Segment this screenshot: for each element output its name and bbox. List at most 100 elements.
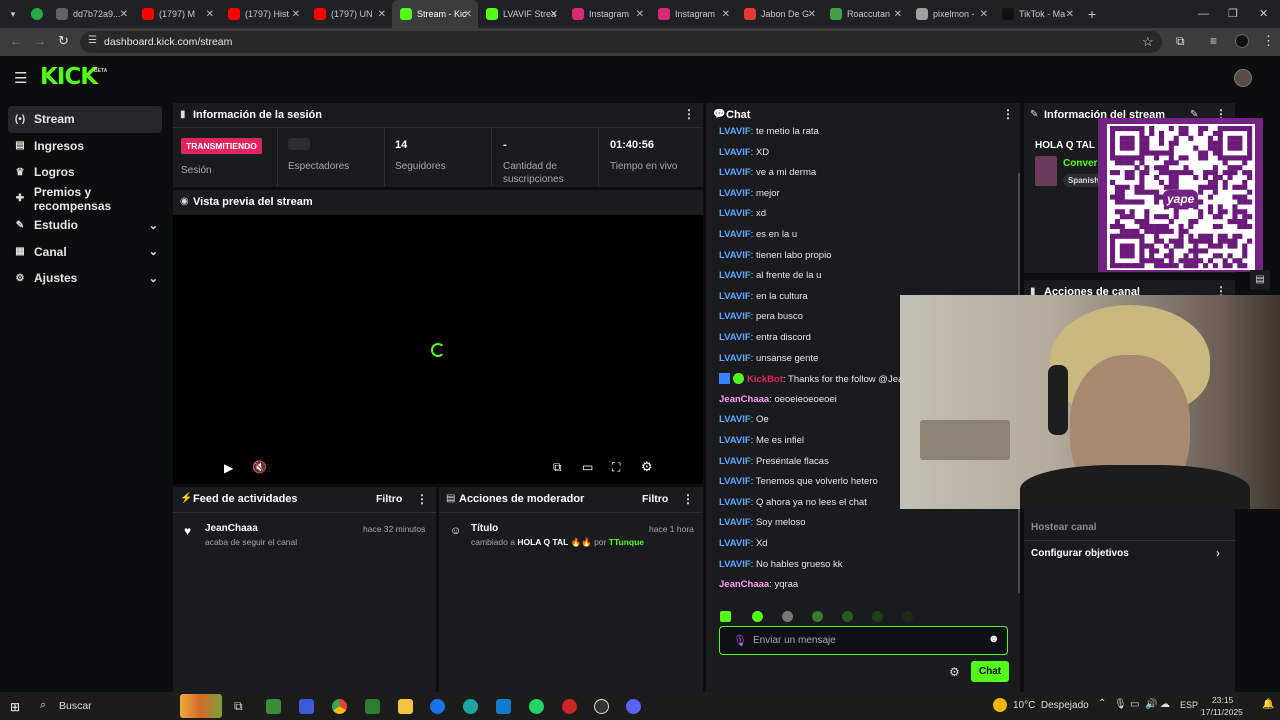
tab-close-icon[interactable]: ✕ bbox=[1066, 9, 1074, 20]
window-maximize-button[interactable]: ❐ bbox=[1228, 7, 1238, 20]
windows-start-icon[interactable]: ⊞ bbox=[10, 700, 20, 714]
chat-username[interactable]: LVAVIF bbox=[719, 332, 751, 343]
tab-close-icon[interactable]: ✕ bbox=[550, 9, 558, 20]
browser-menu-icon[interactable]: ⋮ bbox=[1262, 33, 1275, 49]
vscode-icon[interactable] bbox=[496, 699, 511, 714]
chat-username[interactable]: LVAVIF bbox=[719, 126, 751, 137]
chat-input[interactable]: 🎙 Enviar un mensaje ☻ bbox=[719, 626, 1008, 655]
media-icon[interactable]: ≡ bbox=[1210, 34, 1217, 48]
sidebar-item-estudio[interactable]: ✎ Estudio ⌄ bbox=[0, 212, 170, 239]
fullscreen-icon[interactable]: ⛶ bbox=[612, 460, 620, 475]
chat-username[interactable]: LVAVIF bbox=[719, 250, 751, 261]
chat-username[interactable]: LVAVIF bbox=[719, 291, 751, 302]
mute-icon[interactable]: 🔇 bbox=[252, 460, 267, 474]
pip-icon[interactable]: ⧉ bbox=[553, 460, 562, 475]
app-icon-1[interactable] bbox=[266, 699, 281, 714]
browser-tab[interactable]: LVAVIF Strea ✕ bbox=[478, 0, 564, 28]
sidebar-item-logros[interactable]: ♛ Logros bbox=[0, 159, 170, 186]
tab-close-icon[interactable]: ✕ bbox=[378, 9, 386, 20]
category-name[interactable]: Convers bbox=[1063, 158, 1103, 169]
back-icon[interactable]: ← bbox=[10, 34, 22, 48]
task-view-icon[interactable]: ⧉ bbox=[234, 699, 243, 714]
side-panel-toggle-icon[interactable]: ▤ bbox=[1250, 270, 1270, 290]
tab-close-icon[interactable]: ✕ bbox=[894, 9, 902, 20]
browser-tab[interactable]: Roaccutan ✕ bbox=[822, 0, 908, 28]
chat-username[interactable]: LVAVIF bbox=[719, 414, 751, 425]
chat-settings-icon[interactable]: ⚙ bbox=[949, 665, 960, 679]
sidebar-item-canal[interactable]: ▦ Canal ⌄ bbox=[0, 239, 170, 266]
moderator-filter-button[interactable]: Filtro bbox=[642, 493, 668, 505]
user-avatar[interactable] bbox=[1234, 69, 1252, 87]
tab-search-button[interactable]: ▾ bbox=[0, 0, 26, 28]
play-icon[interactable]: ▶ bbox=[224, 461, 233, 475]
moderator-menu-icon[interactable]: ⋮ bbox=[682, 492, 694, 506]
chat-username[interactable]: LVAVIF bbox=[719, 559, 751, 570]
session-menu-icon[interactable]: ⋮ bbox=[683, 107, 695, 121]
tab-close-icon[interactable]: ✕ bbox=[808, 9, 816, 20]
search-icon[interactable]: ⌕ bbox=[40, 699, 46, 712]
emote-icon[interactable] bbox=[720, 611, 731, 622]
tab-close-icon[interactable]: ✕ bbox=[722, 9, 730, 20]
reload-icon[interactable]: ↻ bbox=[58, 33, 69, 49]
language-indicator[interactable]: ESP bbox=[1180, 700, 1198, 710]
app-icon-7[interactable] bbox=[626, 699, 641, 714]
chat-username[interactable]: LVAVIF bbox=[719, 497, 751, 508]
chat-username[interactable]: LVAVIF bbox=[719, 188, 751, 199]
browser-tab[interactable]: dd7b72a9... ✕ bbox=[48, 0, 134, 28]
chat-username[interactable]: JeanChaaa bbox=[719, 394, 769, 405]
host-channel-button[interactable]: Hostear canal bbox=[1031, 522, 1097, 533]
chat-username[interactable]: LVAVIF bbox=[719, 311, 751, 322]
taskbar-search[interactable]: Buscar bbox=[59, 700, 92, 712]
hamburger-menu-icon[interactable]: ☰ bbox=[14, 69, 27, 87]
tab-close-icon[interactable]: ✕ bbox=[206, 9, 214, 20]
browser-tab[interactable]: Instagram ✕ bbox=[564, 0, 650, 28]
chat-username[interactable]: LVAVIF bbox=[719, 167, 751, 178]
window-close-button[interactable]: ✕ bbox=[1259, 7, 1268, 20]
taskbar-date[interactable]: 17/11/2025 bbox=[1201, 707, 1243, 717]
chat-username[interactable]: JeanChaaa bbox=[719, 579, 769, 590]
sidebar-item-premios[interactable]: ✚ Premios y recompensas bbox=[0, 185, 170, 213]
emote-icon[interactable] bbox=[812, 611, 823, 622]
tab-close-icon[interactable]: ✕ bbox=[120, 9, 128, 20]
app-icon-2[interactable] bbox=[299, 699, 314, 714]
emote-icon[interactable] bbox=[902, 611, 913, 622]
theater-icon[interactable]: ▭ bbox=[582, 460, 593, 474]
mic-icon[interactable]: 🎙 bbox=[733, 634, 747, 647]
profile-avatar-icon[interactable] bbox=[1235, 34, 1249, 48]
emote-icon[interactable] bbox=[842, 611, 853, 622]
emoji-icon[interactable]: ☻ bbox=[988, 633, 1000, 645]
edge-icon[interactable] bbox=[463, 699, 478, 714]
tab-profile-icon[interactable] bbox=[26, 0, 48, 28]
app-icon-5[interactable] bbox=[562, 699, 577, 714]
browser-tab[interactable]: Jabon De G ✕ bbox=[736, 0, 822, 28]
chat-username[interactable]: LVAVIF bbox=[719, 538, 751, 549]
sidebar-item-stream[interactable]: (•) Stream bbox=[8, 106, 162, 133]
window-minimize-button[interactable]: — bbox=[1198, 8, 1209, 20]
app-icon-6[interactable] bbox=[594, 699, 609, 714]
browser-tab[interactable]: Stream - Kic ✕ bbox=[392, 0, 478, 28]
chat-username[interactable]: LVAVIF bbox=[719, 353, 751, 364]
chat-menu-icon[interactable]: ⋮ bbox=[1002, 107, 1014, 121]
chat-username[interactable]: LVAVIF bbox=[719, 456, 751, 467]
browser-tab[interactable]: TikTok - Ma ✕ bbox=[994, 0, 1080, 28]
chat-username[interactable]: LVAVIF bbox=[719, 208, 751, 219]
settings-gear-icon[interactable]: ⚙ bbox=[641, 459, 653, 475]
sidebar-item-ingresos[interactable]: ▤ Ingresos bbox=[0, 133, 170, 160]
kick-logo[interactable]: KICK bbox=[40, 64, 98, 90]
chat-username[interactable]: LVAVIF bbox=[719, 147, 751, 158]
chevron-right-icon[interactable]: › bbox=[1216, 546, 1220, 560]
chat-send-button[interactable]: Chat bbox=[971, 661, 1009, 682]
tab-close-icon[interactable]: ✕ bbox=[292, 9, 300, 20]
taskbar-widget-image[interactable] bbox=[180, 694, 222, 718]
chat-username[interactable]: LVAVIF bbox=[719, 517, 751, 528]
bookmark-star-icon[interactable]: ☆ bbox=[1142, 34, 1154, 50]
browser-tab[interactable]: (1797) UN ✕ bbox=[306, 0, 392, 28]
emote-icon[interactable] bbox=[782, 611, 793, 622]
configure-goals-button[interactable]: Configurar objetivos bbox=[1031, 548, 1129, 559]
whatsapp-icon[interactable] bbox=[529, 699, 544, 714]
browser-tab[interactable]: pixelmon - ✕ bbox=[908, 0, 994, 28]
weather-text[interactable]: 10°C Despejado bbox=[1013, 700, 1089, 711]
folder-icon[interactable] bbox=[398, 699, 413, 714]
site-info-icon[interactable]: ☰ bbox=[88, 35, 97, 46]
url-field[interactable]: ☰ dashboard.kick.com/stream bbox=[80, 31, 1162, 53]
